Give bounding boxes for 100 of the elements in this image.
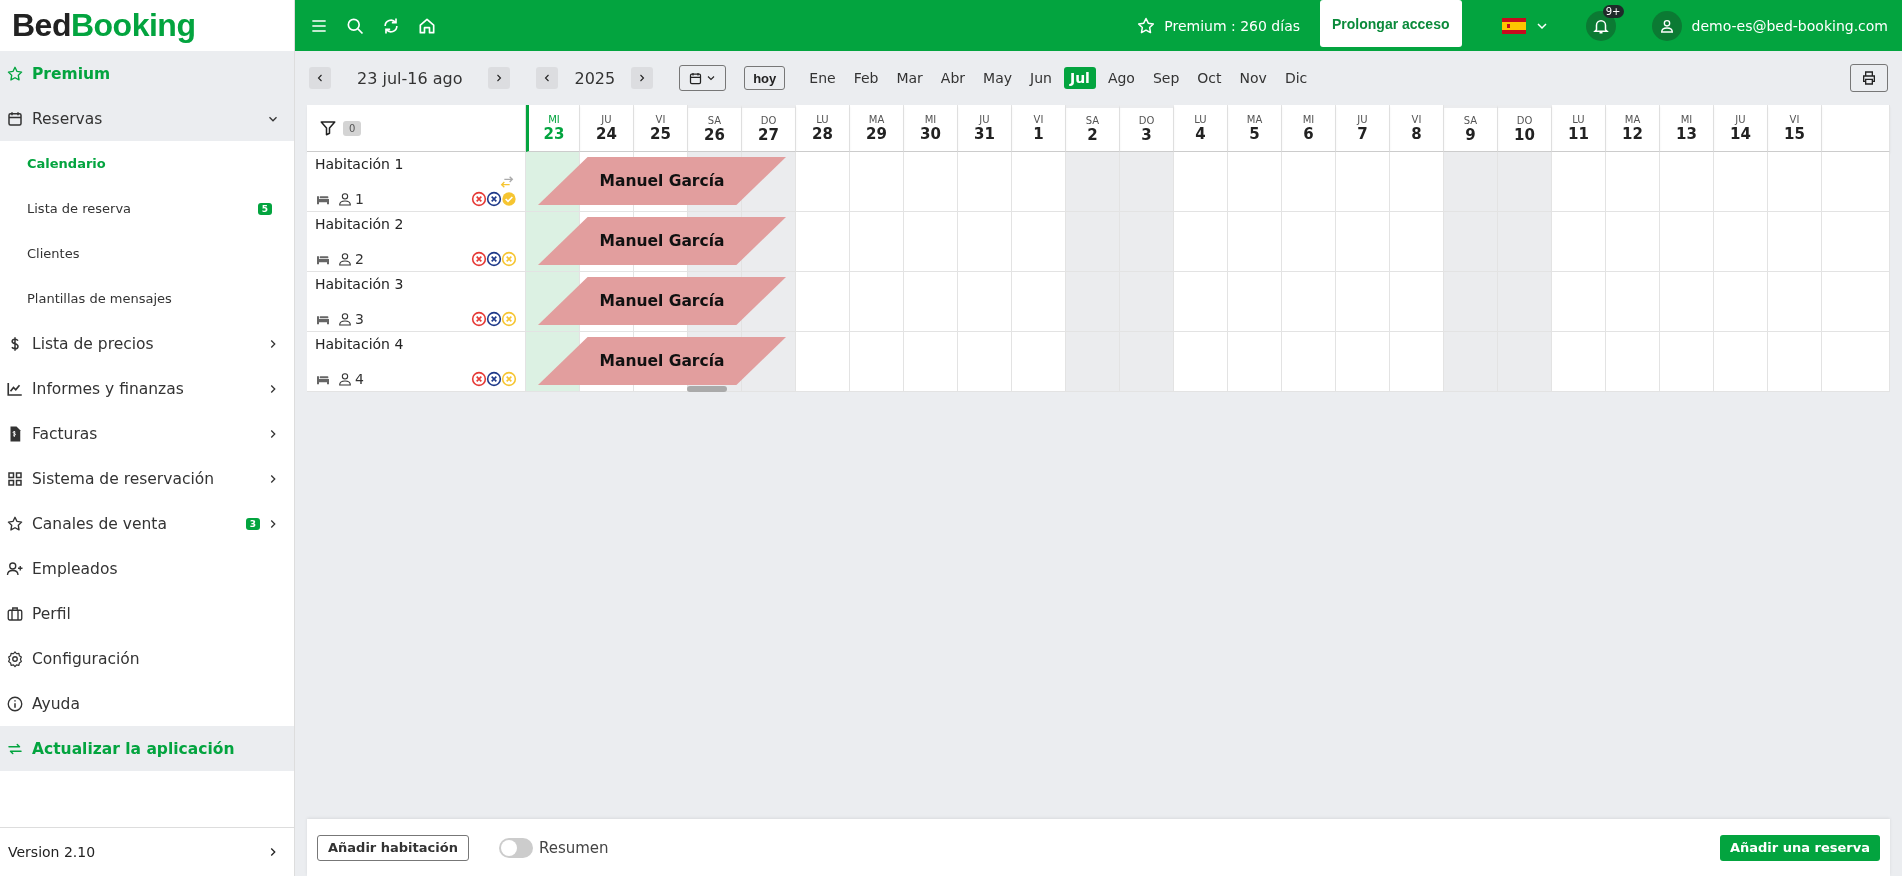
booking-cell[interactable]: Manuel García: [526, 152, 796, 212]
booking-bar[interactable]: Manuel García: [538, 157, 786, 205]
calendar-cell[interactable]: [1174, 272, 1228, 332]
sidebar-item[interactable]: Lista de precios: [0, 321, 294, 366]
month-tab[interactable]: Ago: [1101, 67, 1141, 89]
next-button[interactable]: [488, 67, 511, 89]
date-picker-button[interactable]: [679, 65, 727, 91]
calendar-cell[interactable]: [1282, 332, 1336, 392]
booking-cell[interactable]: Manuel García: [526, 332, 796, 392]
calendar-cell[interactable]: [1120, 152, 1174, 212]
calendar-cell[interactable]: [796, 332, 850, 392]
calendar-cell[interactable]: [1552, 212, 1606, 272]
calendar-cell[interactable]: [1822, 332, 1890, 392]
calendar-cell[interactable]: [1498, 212, 1552, 272]
calendar-cell[interactable]: [1822, 152, 1890, 212]
calendar-cell[interactable]: [904, 152, 958, 212]
calendar-cell[interactable]: [1336, 332, 1390, 392]
sidebar-item[interactable]: Configuración: [0, 636, 294, 681]
month-tab[interactable]: May: [977, 67, 1019, 89]
summary-toggle[interactable]: [498, 837, 533, 858]
calendar-cell[interactable]: [1498, 152, 1552, 212]
month-tab[interactable]: Feb: [847, 67, 885, 89]
sidebar-item[interactable]: Ayuda: [0, 681, 294, 726]
calendar-cell[interactable]: [1552, 152, 1606, 212]
calendar-cell[interactable]: [1768, 212, 1822, 272]
next-year-button[interactable]: [631, 67, 654, 89]
calendar-cell[interactable]: [1444, 152, 1498, 212]
calendar-cell[interactable]: [1282, 212, 1336, 272]
room-name[interactable]: Habitación 4: [315, 336, 517, 352]
booking-bar[interactable]: Manuel García: [538, 277, 786, 325]
today-button[interactable]: hoy: [744, 66, 786, 90]
month-tab[interactable]: Jun: [1024, 67, 1058, 89]
scrollbar-thumb[interactable]: [687, 386, 727, 392]
add-room-button[interactable]: Añadir habitación: [317, 834, 469, 861]
calendar-cell[interactable]: [1768, 272, 1822, 332]
calendar-cell[interactable]: [796, 152, 850, 212]
calendar-cell[interactable]: [904, 272, 958, 332]
calendar-cell[interactable]: [1066, 272, 1120, 332]
sidebar-item[interactable]: Informes y finanzas: [0, 366, 294, 411]
month-tab[interactable]: Sep: [1146, 67, 1186, 89]
avatar[interactable]: [1651, 10, 1682, 41]
room-name[interactable]: Habitación 2: [315, 216, 517, 232]
sidebar-item[interactable]: Perfil: [0, 591, 294, 636]
calendar-cell[interactable]: [958, 152, 1012, 212]
sidebar-item[interactable]: Canales de venta 3: [0, 501, 294, 546]
calendar-cell[interactable]: [1174, 332, 1228, 392]
sidebar-subitem[interactable]: Plantillas de mensajes: [0, 276, 294, 321]
calendar-cell[interactable]: [1282, 272, 1336, 332]
sidebar-item[interactable]: Facturas: [0, 411, 294, 456]
calendar-cell[interactable]: [850, 152, 904, 212]
previous-button[interactable]: [309, 67, 331, 89]
calendar-cell[interactable]: [1552, 272, 1606, 332]
language-selector[interactable]: [1501, 17, 1550, 34]
booking-bar[interactable]: Manuel García: [538, 337, 786, 385]
calendar-cell[interactable]: [1660, 212, 1714, 272]
calendar-cell[interactable]: [1228, 152, 1282, 212]
sidebar-item[interactable]: Reservas: [0, 96, 294, 141]
calendar-cell[interactable]: [1552, 332, 1606, 392]
calendar-cell[interactable]: [1714, 212, 1768, 272]
month-tab[interactable]: Mar: [890, 67, 929, 89]
calendar-cell[interactable]: [1768, 332, 1822, 392]
calendar-cell[interactable]: [1822, 272, 1890, 332]
calendar-cell[interactable]: [1228, 332, 1282, 392]
print-button[interactable]: [1850, 64, 1888, 92]
room-name[interactable]: Habitación 3: [315, 276, 517, 292]
calendar-cell[interactable]: [1714, 152, 1768, 212]
calendar-cell[interactable]: [850, 212, 904, 272]
calendar-cell[interactable]: [1174, 212, 1228, 272]
room-name[interactable]: Habitación 1: [315, 156, 517, 172]
booking-cell[interactable]: Manuel García: [526, 272, 796, 332]
calendar-cell[interactable]: [1066, 332, 1120, 392]
calendar-cell[interactable]: [958, 212, 1012, 272]
calendar-cell[interactable]: [1228, 272, 1282, 332]
calendar-cell[interactable]: [958, 272, 1012, 332]
calendar-cell[interactable]: [1174, 152, 1228, 212]
logo[interactable]: BedBooking: [12, 7, 196, 44]
calendar-cell[interactable]: [1606, 272, 1660, 332]
sidebar-item[interactable]: Sistema de reservación: [0, 456, 294, 501]
calendar-cell[interactable]: [1606, 332, 1660, 392]
calendar-cell[interactable]: [1822, 212, 1890, 272]
calendar-cell[interactable]: [1336, 212, 1390, 272]
calendar-cell[interactable]: [904, 212, 958, 272]
calendar-cell[interactable]: [1066, 152, 1120, 212]
calendar-cell[interactable]: [1660, 332, 1714, 392]
calendar-cell[interactable]: [1498, 332, 1552, 392]
sidebar-item[interactable]: Empleados: [0, 546, 294, 591]
calendar-cell[interactable]: [1120, 212, 1174, 272]
calendar-cell[interactable]: [1660, 152, 1714, 212]
month-tab[interactable]: Abr: [934, 67, 972, 89]
calendar-cell[interactable]: [1120, 272, 1174, 332]
month-tab[interactable]: Dic: [1278, 67, 1314, 89]
calendar-cell[interactable]: [1336, 272, 1390, 332]
sidebar-subitem[interactable]: Clientes: [0, 231, 294, 276]
calendar-cell[interactable]: [904, 332, 958, 392]
calendar-cell[interactable]: [958, 332, 1012, 392]
calendar-cell[interactable]: [1444, 332, 1498, 392]
calendar-cell[interactable]: [1066, 212, 1120, 272]
calendar-cell[interactable]: [1498, 272, 1552, 332]
calendar-grid[interactable]: Habitación 1 1 Manuel García Habitación 2 2 Manuel García Habitación 3 3 Manuel García Habitación 4 4 Manuel García: [307, 152, 1890, 392]
calendar-cell[interactable]: [850, 332, 904, 392]
